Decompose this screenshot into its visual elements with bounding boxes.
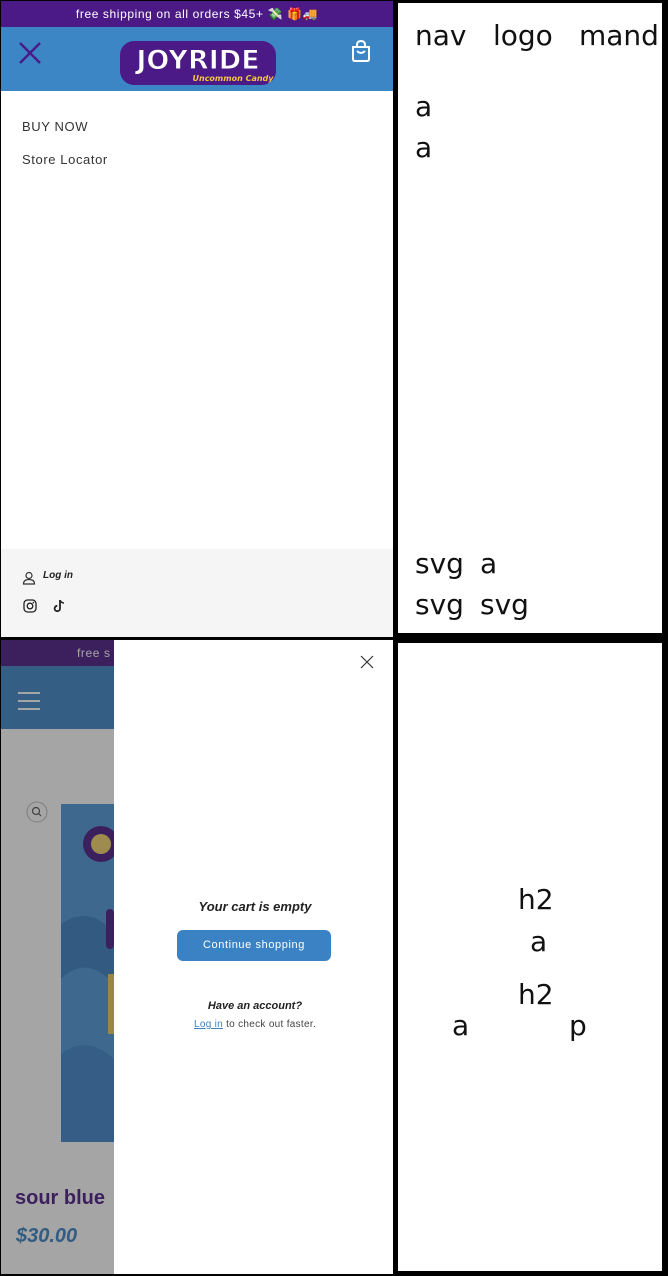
menu-item-buy-now[interactable]: BUY NOW bbox=[22, 119, 88, 134]
menu-list: BUY NOW bbox=[1, 119, 88, 134]
instagram-icon[interactable] bbox=[23, 599, 37, 613]
menu-list-2: Store Locator bbox=[1, 152, 108, 167]
cart-bag-icon[interactable] bbox=[349, 39, 373, 63]
have-account-heading: Have an account? bbox=[207, 1000, 303, 1012]
login-suffix: to check out faster. bbox=[223, 1019, 317, 1030]
site-header: JOYRIDE Uncommon Candy bbox=[1, 27, 393, 91]
label-h2-2: h2 bbox=[518, 978, 554, 1011]
label-p: p bbox=[569, 1009, 587, 1042]
label-h2-1: h2 bbox=[518, 883, 554, 916]
label-mand: mand bbox=[579, 19, 659, 52]
announcement-bar: free shipping on all orders $45+ 💸 🎁🚚 bbox=[1, 1, 393, 27]
cart-empty-heading: Your cart is empty bbox=[198, 899, 312, 914]
login-prompt: Log in to check out faster. bbox=[114, 1019, 393, 1030]
user-icon bbox=[22, 571, 36, 585]
element-label-panel-top: nav logo mand a a svg a svg svg bbox=[398, 3, 662, 633]
menu-item-store-locator[interactable]: Store Locator bbox=[22, 152, 108, 167]
label-a-1: a bbox=[530, 925, 548, 958]
label-a-1: a bbox=[415, 90, 433, 123]
close-icon[interactable] bbox=[17, 40, 43, 66]
joyride-logo[interactable]: JOYRIDE Uncommon Candy bbox=[119, 39, 277, 87]
login-label: Log in bbox=[43, 570, 73, 581]
label-svg-2: svg bbox=[415, 588, 464, 621]
label-a-2: a bbox=[415, 131, 433, 164]
label-svg-3: svg bbox=[480, 588, 529, 621]
cart-drawer: Your cart is empty Continue shopping Hav… bbox=[114, 640, 393, 1274]
label-svg-1: svg bbox=[415, 547, 464, 580]
element-label-panel-bottom: h2 a h2 a p bbox=[398, 643, 662, 1271]
login-link[interactable]: Log in bbox=[22, 570, 73, 588]
logo-subtext: Uncommon Candy bbox=[193, 74, 275, 83]
label-nav: nav bbox=[415, 19, 467, 52]
logo-text: JOYRIDE bbox=[134, 45, 259, 76]
label-logo: logo bbox=[493, 19, 553, 52]
login-link[interactable]: Log in bbox=[194, 1019, 223, 1030]
menu-footer: Log in bbox=[1, 549, 393, 637]
continue-shopping-button[interactable]: Continue shopping bbox=[177, 930, 331, 961]
cart-drawer-screen: free s sour blue $30.00 Your cart is emp… bbox=[1, 640, 393, 1274]
label-a-2: a bbox=[452, 1009, 470, 1042]
tiktok-icon[interactable] bbox=[53, 599, 66, 613]
close-icon[interactable] bbox=[360, 655, 374, 669]
mobile-menu-screen: free shipping on all orders $45+ 💸 🎁🚚 JO… bbox=[1, 1, 393, 637]
label-a-3: a bbox=[480, 547, 498, 580]
